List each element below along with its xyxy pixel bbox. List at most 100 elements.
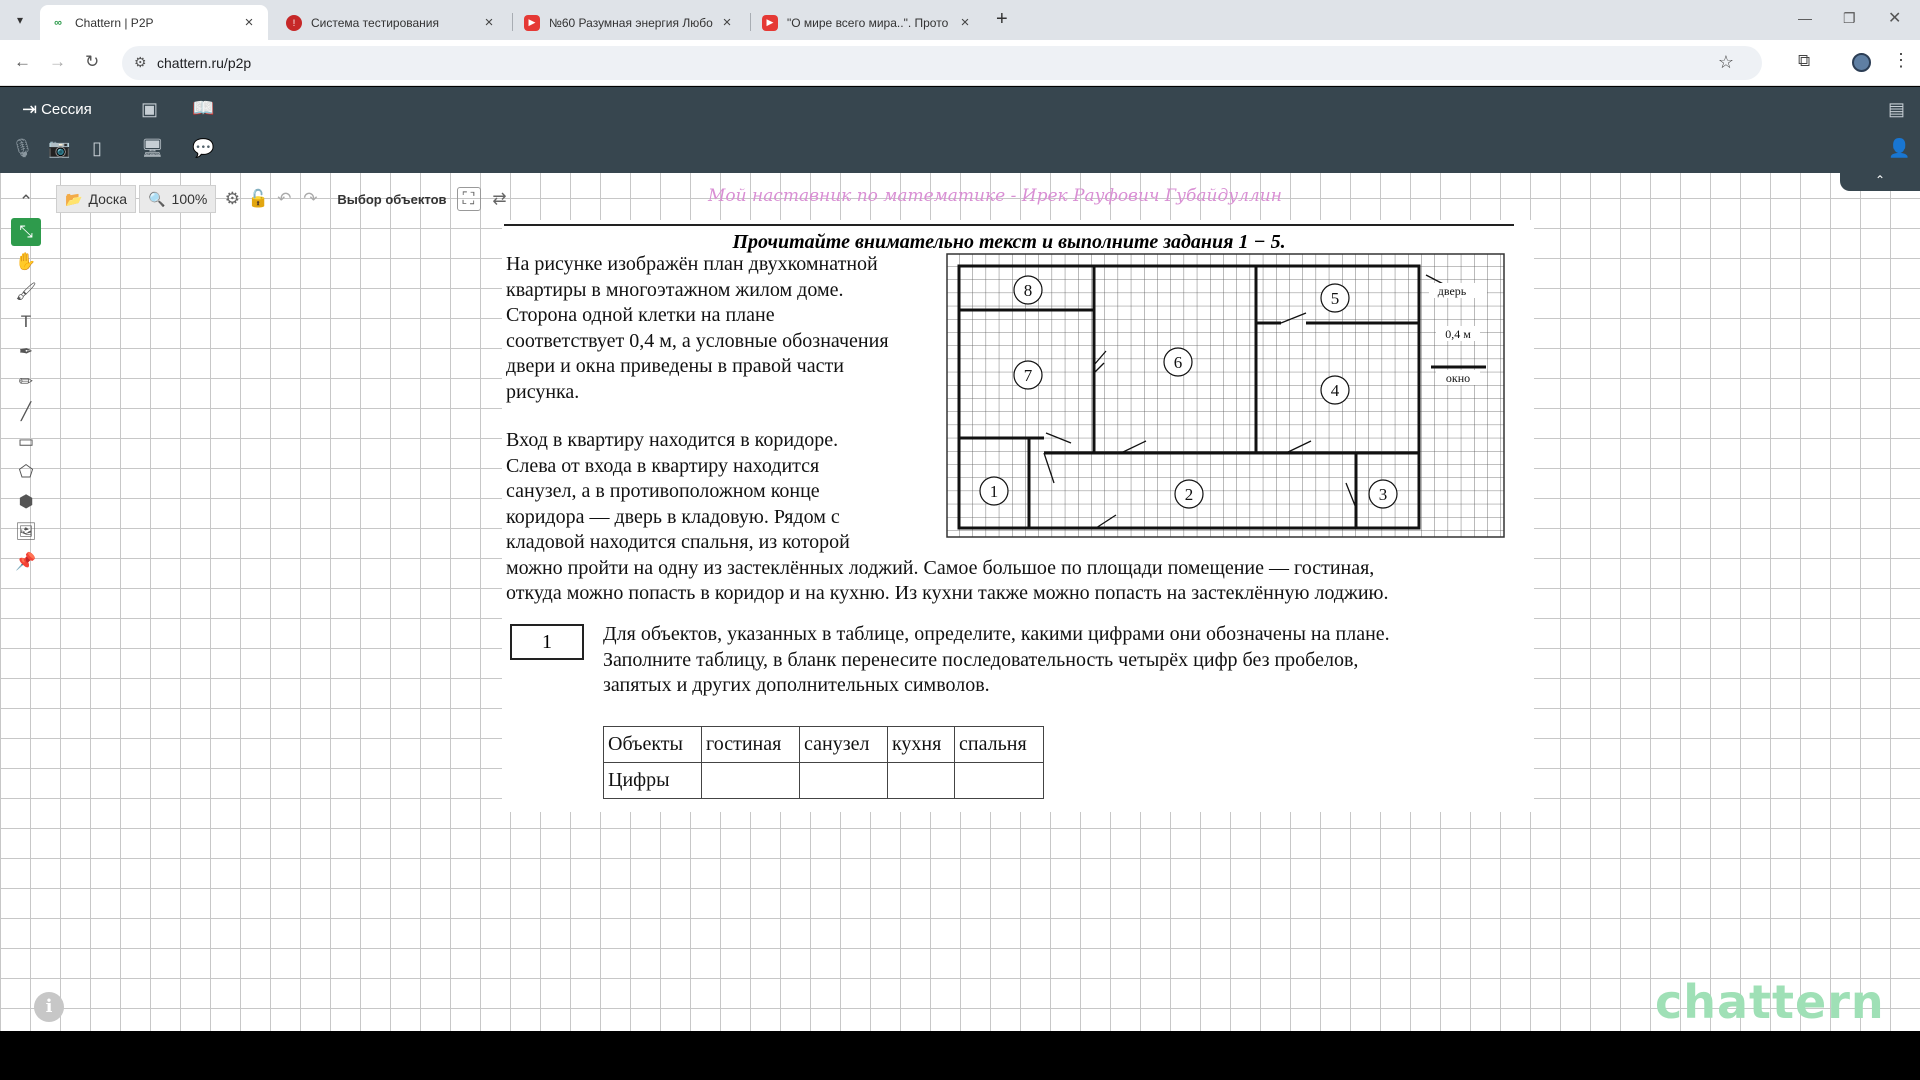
profile-avatar[interactable] (1852, 53, 1871, 72)
testing-favicon-icon: ! (286, 14, 302, 31)
forward-icon[interactable]: → (49, 52, 66, 72)
close-tab-icon[interactable]: × (718, 14, 736, 31)
hand-tool-icon[interactable]: ✋ (11, 248, 41, 276)
description-line: откуда можно попасть в коридор и на кухн… (506, 582, 1389, 604)
polygon-tool-icon[interactable]: ⬠ (11, 458, 41, 486)
camera-off-icon[interactable]: 📷 (48, 138, 70, 159)
bookmark-star-icon[interactable]: ☆ (1718, 52, 1734, 73)
screen-share-icon[interactable]: 🖥 (141, 138, 164, 159)
record-icon[interactable]: ▣ (141, 99, 158, 120)
chattern-logo: chattern (1655, 975, 1885, 1029)
chat-icon[interactable]: 💬 (192, 138, 214, 159)
image-tool-icon[interactable]: 🖼 (11, 518, 41, 546)
zoom-value: 100% (171, 191, 208, 207)
close-tab-icon[interactable]: × (480, 14, 498, 31)
swap-icon[interactable]: ⇄ (487, 185, 513, 213)
task-line: Заполните таблицу, в бланк перенесите по… (603, 648, 1359, 671)
collapse-header-button[interactable]: ⌃ (1840, 173, 1920, 191)
table-cell: санузел (799, 726, 888, 763)
collapse-up-icon[interactable]: ⌃ (11, 188, 41, 216)
redo-icon[interactable]: ↷ (297, 185, 323, 213)
left-toolbar: ⌃ ⤡ ✋ 🖌 T ✒ ✏ ╱ ▭ ⬠ ⬢ 🖼 📌 (11, 188, 43, 578)
intro-paragraph: На рисунке изображён план двухкомнатной … (506, 252, 946, 405)
settings-gear-icon[interactable]: ⚙ (219, 185, 245, 213)
chattern-favicon-icon: ∞ (54, 16, 62, 29)
close-tab-icon[interactable]: × (956, 14, 974, 31)
room-label-1: 1 (990, 482, 999, 501)
legend-door-label: дверь (1438, 284, 1467, 298)
zoom-button[interactable]: 🔍 100% (139, 185, 217, 213)
table-cell: Цифры (603, 762, 702, 799)
book-icon[interactable]: 📖 (192, 98, 214, 119)
browser-address-bar: ← → ↻ ⚙ chattern.ru/p2p ☆ (0, 40, 1920, 86)
room-label-6: 6 (1174, 353, 1183, 372)
table-row: Цифры (603, 762, 1044, 799)
browser-tab-youtube-1[interactable]: ▶ №60 Разумная энергия Любо × (514, 5, 746, 40)
browser-menu-icon[interactable]: ⋮ (1892, 50, 1910, 71)
phone-icon[interactable]: ▯ (92, 138, 102, 159)
room-label-2: 2 (1185, 485, 1194, 504)
intro-line: рисунка. (506, 380, 580, 403)
sheet-title: Прочитайте внимательно текст и выполните… (504, 224, 1514, 254)
intro-line: двери и окна приведены в правой части (506, 355, 844, 377)
undo-icon[interactable]: ↶ (271, 185, 297, 213)
cube-tool-icon[interactable]: ⬢ (11, 488, 41, 516)
browser-tab-testing[interactable]: ! Система тестирования × (276, 5, 508, 40)
pencil-tool-icon[interactable]: ✏ (11, 368, 41, 396)
tab-title: №60 Разумная энергия Любо (549, 15, 713, 30)
intro-line: соответствует 0,4 м, а условные обозначе… (506, 329, 889, 352)
site-info-icon[interactable]: ⚙ (134, 54, 147, 71)
marker-tool-icon[interactable]: ✒ (11, 338, 41, 366)
table-cell[interactable] (701, 762, 800, 799)
task-text: Для объектов, указанных в таблице, опред… (603, 622, 1533, 699)
close-tab-icon[interactable]: × (240, 14, 258, 31)
board-button[interactable]: 📂 Доска (56, 185, 137, 213)
extensions-icon[interactable]: ⧉ (1798, 51, 1810, 71)
text-tool-icon[interactable]: T (11, 308, 41, 336)
task-number-box: 1 (510, 624, 584, 660)
board-label: Доска (88, 191, 128, 207)
table-cell: гостиная (701, 726, 800, 763)
table-cell[interactable] (954, 762, 1044, 799)
login-icon: ⇥ (22, 99, 38, 119)
bottom-bar (0, 1031, 1920, 1080)
youtube-favicon-icon: ▶ (524, 14, 540, 31)
table-cell[interactable] (799, 762, 888, 799)
zoom-icon: 🔍 (148, 190, 166, 207)
unlock-icon[interactable]: 🔓 (245, 185, 271, 213)
handwritten-watermark: Мой наставник по математике - Ирек Рауфо… (708, 186, 1282, 206)
room-label-5: 5 (1331, 289, 1340, 308)
restore-icon[interactable]: ❐ (1843, 10, 1856, 27)
tab-search-chevron-icon[interactable]: ▾ (8, 9, 32, 31)
rectangle-tool-icon[interactable]: ▭ (11, 428, 41, 456)
brush-tool-icon[interactable]: 🖌 (11, 278, 41, 306)
back-icon[interactable]: ← (14, 52, 31, 72)
legend-scale-label: 0,4 м (1445, 327, 1471, 341)
intro-line: На рисунке изображён план двухкомнатной (506, 253, 878, 275)
session-label: Сессия (41, 101, 92, 118)
line-tool-icon[interactable]: ╱ (11, 398, 41, 426)
layout-icon[interactable]: ▤ (1888, 99, 1905, 120)
info-icon[interactable]: i (34, 992, 64, 1022)
browser-tab-youtube-2[interactable]: ▶ "О мире всего мира..". Прото × (752, 5, 984, 40)
reload-icon[interactable]: ↻ (85, 52, 99, 72)
table-cell[interactable] (887, 762, 955, 799)
browser-tab-chattern[interactable]: ∞ Chattern | P2P × (40, 5, 268, 40)
room-label-8: 8 (1024, 281, 1033, 300)
user-settings-icon[interactable]: 👤 (1888, 138, 1910, 159)
new-tab-button[interactable]: + (996, 8, 1008, 31)
board-toolbar: 📂 Доска 🔍 100% ⚙ 🔓 ↶ ↷ Выбор объектов ⛶ … (56, 185, 513, 213)
select-tool-icon[interactable]: ⤡ (11, 218, 41, 246)
intro-line: Сторона одной клетки на плане (506, 304, 775, 326)
url-field[interactable]: ⚙ chattern.ru/p2p ☆ (122, 46, 1762, 80)
description-line: можно пройти на одну из застеклённых лод… (506, 556, 1375, 579)
browser-tab-bar: ▾ ∞ Chattern | P2P × ! Система тестирова… (0, 0, 1920, 40)
pin-tool-icon[interactable]: 📌 (11, 548, 41, 576)
mic-off-icon[interactable]: 🎙 (11, 138, 34, 159)
tab-separator (512, 13, 513, 31)
close-window-icon[interactable]: ✕ (1888, 8, 1901, 28)
youtube-favicon-icon: ▶ (762, 14, 778, 31)
fit-screen-icon[interactable]: ⛶ (456, 187, 481, 211)
minimize-icon[interactable]: — (1798, 10, 1812, 26)
session-button[interactable]: ⇥ Сессия (22, 99, 92, 120)
